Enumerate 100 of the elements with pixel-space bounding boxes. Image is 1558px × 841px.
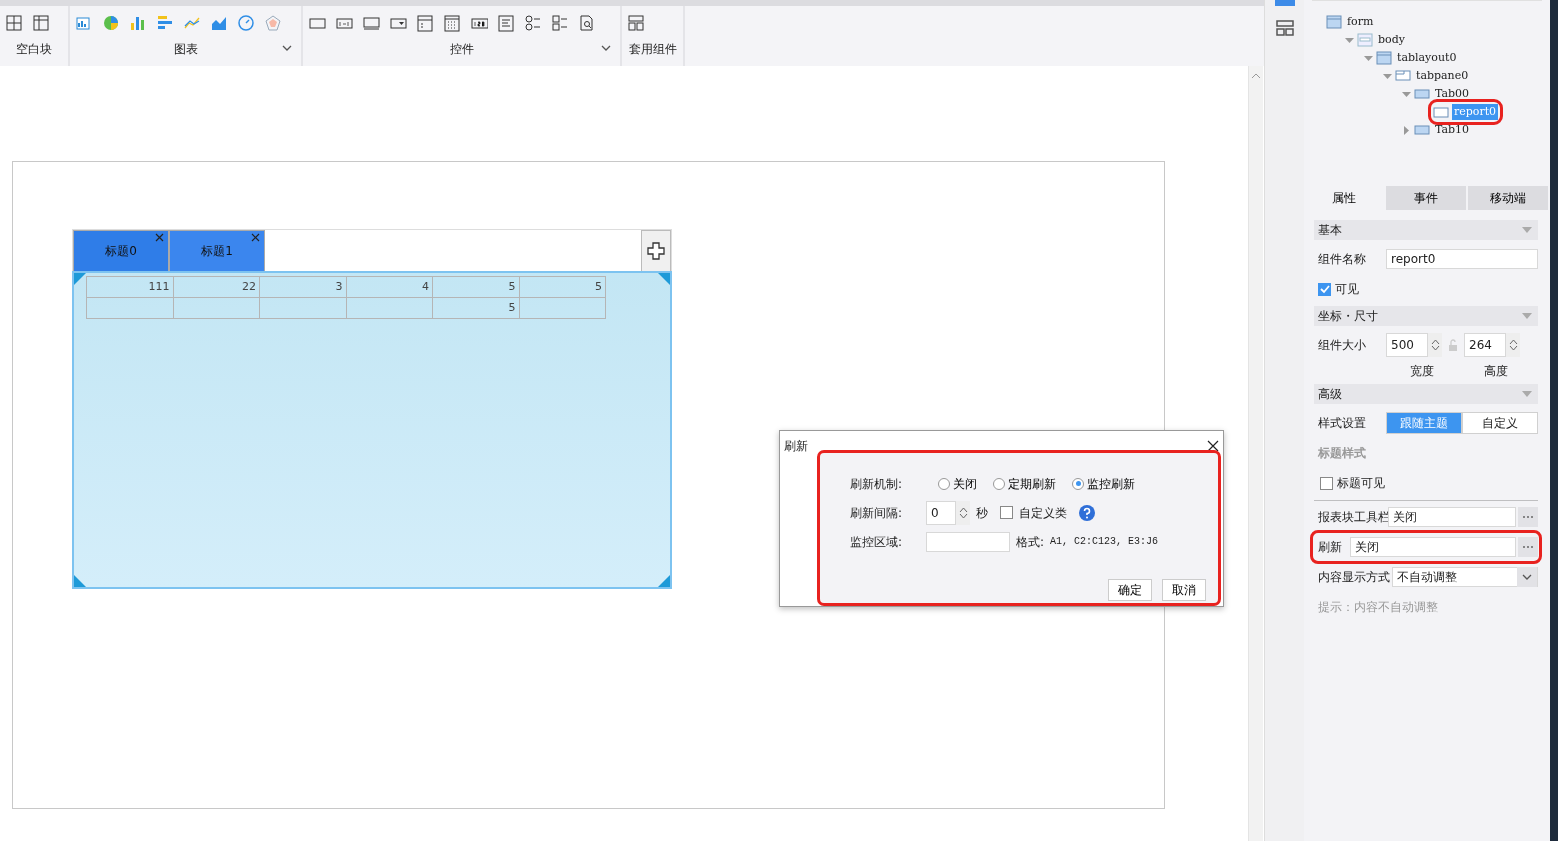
spin-down-icon[interactable] [1508, 345, 1518, 351]
gauge-icon[interactable] [238, 14, 255, 32]
chart-icon[interactable] [76, 14, 93, 32]
table-icon[interactable] [33, 14, 50, 32]
tree-node-icon [1376, 51, 1392, 65]
spin-down-icon[interactable] [1430, 345, 1440, 351]
format-label: 格式: [1016, 533, 1045, 551]
expand-arrow-icon[interactable] [1402, 89, 1411, 99]
toolbar-group-label: 图表 [173, 41, 198, 58]
table-cell: 5 [432, 276, 519, 298]
table-cell: 3 [259, 276, 346, 298]
radio-dot-icon[interactable] [993, 477, 1005, 490]
interval-field[interactable]: 0 [926, 500, 956, 525]
expand-arrow-icon[interactable] [1345, 35, 1354, 45]
list-icon[interactable] [498, 14, 515, 32]
dropdown-arrow-icon [1522, 227, 1532, 233]
toolbar-group-label: 控件 [449, 41, 474, 58]
dialog-title: 刷新 [784, 438, 808, 455]
title-visible-checkbox[interactable] [1320, 476, 1333, 490]
layout-icon[interactable] [6, 14, 23, 32]
section-header[interactable]: 基本 [1314, 220, 1538, 240]
table-cell: 5 [519, 276, 606, 298]
refresh-field[interactable]: 关闭 [1350, 537, 1516, 557]
component-tree-icon[interactable] [1275, 0, 1295, 8]
checkbox-group-icon[interactable] [552, 14, 569, 32]
template-icon[interactable] [628, 14, 645, 32]
table-cell: 5 [432, 297, 519, 319]
tree-item[interactable]: tabpane0 [1414, 67, 1471, 85]
corner-handle-icon[interactable] [658, 575, 670, 587]
tree-node-icon [1326, 15, 1342, 29]
plus-icon [646, 241, 666, 261]
more-button[interactable] [1518, 537, 1538, 557]
style-option[interactable]: 自定义 [1462, 412, 1538, 434]
bar-chart-icon[interactable] [130, 14, 147, 32]
tree-item[interactable]: Tab10 [1433, 121, 1472, 139]
radio-option[interactable]: 关闭 [938, 474, 977, 493]
dialog-button[interactable]: 确定 [1108, 579, 1152, 601]
radio-dot-icon[interactable] [1072, 477, 1084, 490]
layout-icon[interactable] [1276, 20, 1294, 36]
tree-node-icon [1414, 123, 1430, 137]
expand-arrow-icon[interactable] [1364, 53, 1373, 63]
display-mode-dropdown[interactable]: 不自动调整 [1392, 567, 1538, 587]
chevron-icon[interactable] [281, 43, 293, 53]
radio-option[interactable]: 监控刷新 [1072, 474, 1135, 493]
canvas-tab[interactable]: 标题1 [169, 230, 265, 272]
property-label: 刷新 [1317, 539, 1343, 556]
corner-handle-icon[interactable] [74, 273, 86, 285]
width-field[interactable]: 500 [1386, 333, 1428, 357]
canvas-tab[interactable]: 标题0 [73, 230, 169, 272]
unit-label: 秒 [976, 504, 988, 522]
tree-item[interactable]: form [1345, 13, 1376, 31]
format-example: A1, C2:C123, E3:J6 [1050, 535, 1159, 549]
radar-chart-icon[interactable] [265, 14, 282, 32]
more-button[interactable] [1518, 507, 1538, 527]
form-icon[interactable] [417, 14, 434, 32]
tree-item[interactable]: body [1376, 31, 1407, 49]
section-header[interactable]: 高级 [1314, 384, 1538, 404]
search-icon[interactable] [579, 14, 596, 32]
tree-item[interactable]: Tab00 [1433, 85, 1472, 103]
text-area-icon[interactable] [363, 14, 380, 32]
tree-node-icon [1357, 33, 1373, 47]
horizontal-bar-chart-icon[interactable] [157, 14, 174, 32]
spin-down-icon[interactable] [958, 512, 968, 519]
section-header[interactable]: 坐标・尺寸 [1314, 306, 1538, 326]
toolbar-group-label: 空白块 [16, 41, 52, 58]
custom-class-checkbox[interactable] [1000, 506, 1013, 519]
calendar-icon[interactable] [444, 14, 461, 32]
close-icon[interactable] [1207, 440, 1219, 452]
dialog-button[interactable]: 取消 [1162, 579, 1206, 601]
panel-tab[interactable]: 移动端 [1468, 186, 1548, 210]
chevron-icon[interactable] [600, 43, 612, 53]
pie-chart-icon[interactable] [103, 14, 120, 32]
radio-group-icon[interactable] [525, 14, 542, 32]
radio-dot-icon[interactable] [938, 477, 950, 490]
height-field[interactable]: 264 [1464, 333, 1506, 357]
corner-handle-icon[interactable] [74, 575, 86, 587]
name-field[interactable]: report0 [1386, 249, 1538, 269]
more-icon [1522, 545, 1534, 549]
field-label: 监控区域: [850, 533, 904, 551]
help-icon[interactable] [1079, 504, 1095, 521]
expand-arrow-icon[interactable] [1383, 71, 1392, 81]
toolbar-field[interactable]: 关闭 [1388, 507, 1516, 527]
add-tab-button[interactable] [641, 230, 671, 272]
spin-up-icon[interactable] [1508, 339, 1518, 345]
spin-up-icon[interactable] [958, 506, 968, 513]
corner-handle-icon[interactable] [658, 273, 670, 285]
field-caption: 高度 [1484, 363, 1508, 380]
visible-checkbox[interactable] [1318, 282, 1331, 296]
tree-item[interactable]: tablayout0 [1395, 49, 1459, 67]
panel-tab[interactable]: 事件 [1386, 186, 1466, 210]
collapse-arrow-icon[interactable] [1402, 125, 1411, 135]
toolbar-group-label: 套用组件 [628, 41, 677, 58]
checkbox-label: 标题可见 [1337, 475, 1385, 492]
property-label: 内容显示方式 [1317, 569, 1390, 586]
tree-node-icon [1433, 105, 1449, 119]
spin-up-icon[interactable] [1430, 339, 1440, 345]
property-label: 组件大小 [1317, 337, 1367, 354]
property-label: 样式设置 [1317, 415, 1367, 432]
radio-option[interactable]: 定期刷新 [993, 474, 1056, 493]
area-field[interactable] [926, 531, 1010, 552]
